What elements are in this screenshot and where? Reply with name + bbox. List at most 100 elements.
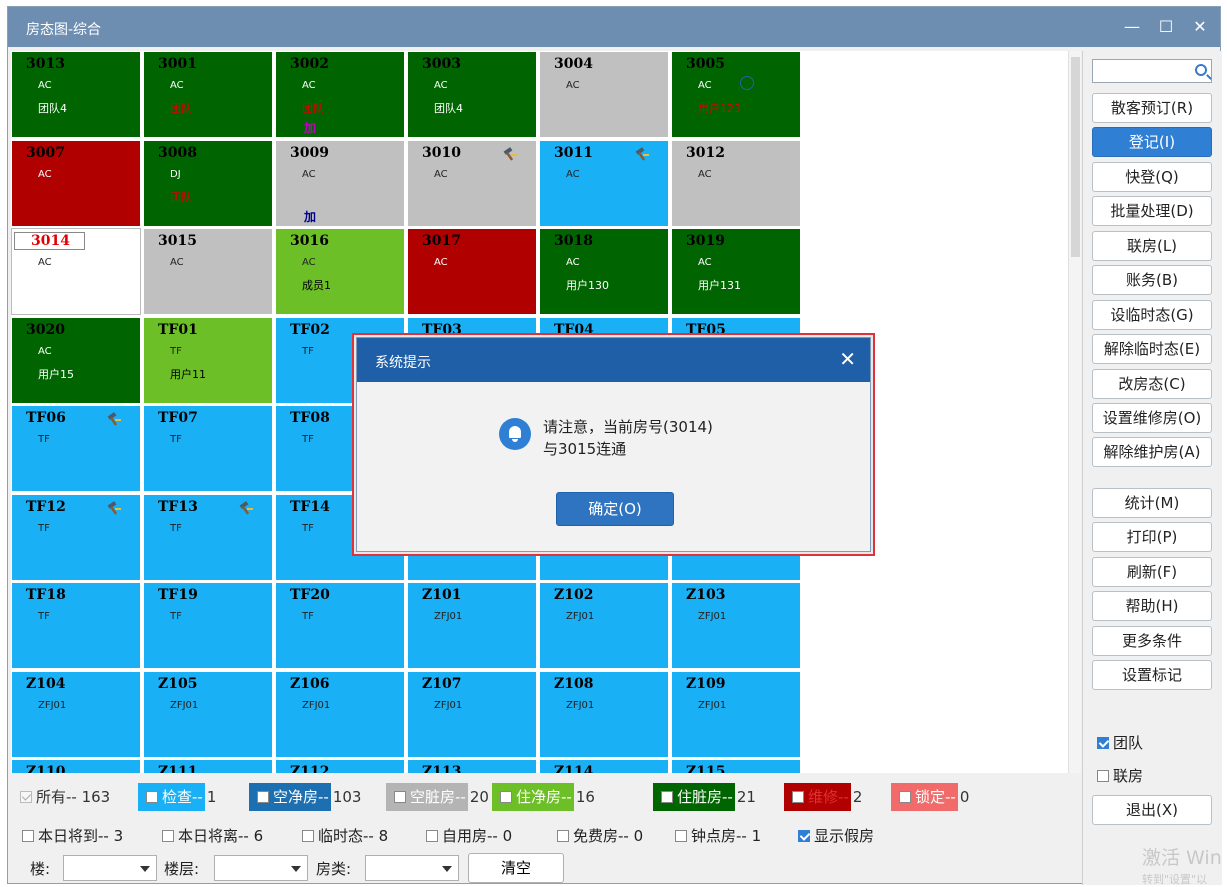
room-cell[interactable]: 3009 AC 加 <box>275 139 405 227</box>
vertical-scrollbar[interactable] <box>1068 51 1081 773</box>
checkbox-box[interactable] <box>557 830 569 842</box>
legend-item[interactable]: 空脏房-- 20 <box>386 783 489 811</box>
sidebar-button[interactable]: 更多条件 <box>1092 626 1212 656</box>
option-checkbox[interactable]: 本日将到-- 3 <box>22 825 123 846</box>
room-cell[interactable]: 3004 AC <box>539 51 669 138</box>
minimize-icon[interactable]: — <box>1120 15 1144 39</box>
floor-select[interactable] <box>214 855 308 881</box>
legend-all[interactable]: 所有-- 163 <box>20 783 110 811</box>
legend-swatch[interactable]: 锁定-- <box>891 783 958 811</box>
team-checkbox[interactable]: 团队 <box>1097 732 1143 753</box>
room-cell[interactable]: 3019 AC 用户131 <box>671 228 801 315</box>
legend-swatch[interactable]: 维修-- <box>784 783 851 811</box>
sidebar-button[interactable]: 统计(M) <box>1092 488 1212 518</box>
room-cell[interactable]: Z101 ZFJ01 <box>407 582 537 669</box>
legend-item[interactable]: 维修-- 2 <box>784 783 862 811</box>
legend-checkbox[interactable] <box>257 791 269 803</box>
sidebar-button[interactable]: 账务(B) <box>1092 265 1212 295</box>
legend-item[interactable]: 住脏房-- 21 <box>653 783 756 811</box>
legend-checkbox[interactable] <box>500 791 512 803</box>
legend-swatch[interactable]: 空净房-- <box>249 783 331 811</box>
sidebar-button[interactable]: 快登(Q) <box>1092 162 1212 192</box>
room-cell[interactable]: 3020 AC 用户15 <box>11 316 141 404</box>
room-cell[interactable]: 3017 AC <box>407 228 537 315</box>
room-cell[interactable]: Z110ZFJ01 <box>11 759 141 773</box>
room-cell[interactable]: Z112ZFJ01 <box>275 759 405 773</box>
clear-button[interactable]: 清空 <box>468 853 564 883</box>
room-cell[interactable]: TF13 TF <box>143 493 273 581</box>
option-checkbox[interactable]: 自用房-- 0 <box>426 825 512 846</box>
sidebar-button[interactable]: 帮助(H) <box>1092 591 1212 621</box>
option-checkbox[interactable]: 免费房-- 0 <box>557 825 643 846</box>
room-cell[interactable]: 3002 AC 团队加 <box>275 51 405 138</box>
sidebar-button[interactable]: 设置维修房(O) <box>1092 403 1212 433</box>
room-cell[interactable]: 3007 AC <box>11 139 141 227</box>
room-cell[interactable]: Z113ZFJ01 <box>407 759 537 773</box>
dialog-close-icon[interactable]: ✕ <box>839 347 856 371</box>
option-checkbox[interactable]: 钟点房-- 1 <box>675 825 761 846</box>
legend-swatch[interactable]: 检查-- <box>138 783 205 811</box>
room-cell[interactable]: TF19 TF <box>143 582 273 669</box>
search-input[interactable] <box>1092 59 1212 83</box>
legend-checkbox[interactable] <box>394 791 406 803</box>
legend-checkbox[interactable] <box>899 791 911 803</box>
room-cell[interactable]: TF18 TF <box>11 582 141 669</box>
link-room-checkbox[interactable]: 联房 <box>1097 765 1143 786</box>
legend-swatch[interactable]: 住脏房-- <box>653 783 735 811</box>
close-icon[interactable]: ✕ <box>1188 15 1212 39</box>
room-cell[interactable]: Z106 ZFJ01 <box>275 670 405 758</box>
search-icon[interactable] <box>1195 64 1207 76</box>
legend-item[interactable]: 住净房-- 16 <box>492 783 595 811</box>
room-cell[interactable]: 3012 AC <box>671 139 801 227</box>
sidebar-button[interactable]: 设置标记 <box>1092 660 1212 690</box>
room-cell[interactable]: Z115ZFJ01 <box>671 759 801 773</box>
exit-button[interactable]: 退出(X) <box>1092 795 1212 825</box>
room-cell[interactable]: Z102 ZFJ01 <box>539 582 669 669</box>
checkbox-box[interactable] <box>162 830 174 842</box>
option-checkbox[interactable]: 本日将离-- 6 <box>162 825 263 846</box>
room-cell[interactable]: TF06 TF <box>11 405 141 492</box>
ok-button[interactable]: 确定(O) <box>556 492 674 526</box>
room-cell[interactable]: TF01 TF 用户11 <box>143 316 273 404</box>
sidebar-button[interactable]: 打印(P) <box>1092 522 1212 552</box>
legend-item[interactable]: 空净房-- 103 <box>249 783 361 811</box>
scroll-thumb[interactable] <box>1071 57 1080 257</box>
building-select[interactable] <box>63 855 157 881</box>
legend-swatch[interactable]: 住净房-- <box>492 783 574 811</box>
room-cell[interactable]: 3005 AC 用户123 <box>671 51 801 138</box>
maximize-icon[interactable]: ☐ <box>1154 15 1178 39</box>
legend-item[interactable]: 锁定-- 0 <box>891 783 969 811</box>
checkbox-box[interactable] <box>675 830 687 842</box>
checkbox-box[interactable] <box>302 830 314 842</box>
option-checkbox[interactable]: 显示假房 <box>798 825 874 846</box>
room-cell[interactable]: Z114ZFJ01 <box>539 759 669 773</box>
sidebar-button[interactable]: 登记(I) <box>1092 127 1212 157</box>
room-cell[interactable]: 3018 AC 用户130 <box>539 228 669 315</box>
legend-checkbox[interactable] <box>146 791 158 803</box>
sidebar-button[interactable]: 联房(L) <box>1092 231 1212 261</box>
room-cell[interactable]: Z111ZFJ01 <box>143 759 273 773</box>
room-cell[interactable]: TF07 TF <box>143 405 273 492</box>
legend-swatch[interactable]: 空脏房-- <box>386 783 468 811</box>
checkbox-box[interactable] <box>798 830 810 842</box>
room-cell[interactable]: 3011 AC <box>539 139 669 227</box>
room-cell[interactable]: Z108 ZFJ01 <box>539 670 669 758</box>
room-cell[interactable]: 3013 AC 团队4 <box>11 51 141 138</box>
sidebar-button[interactable]: 改房态(C) <box>1092 369 1212 399</box>
room-cell[interactable]: Z107 ZFJ01 <box>407 670 537 758</box>
room-cell[interactable]: 3001 AC 团队 <box>143 51 273 138</box>
room-cell[interactable]: 3003 AC 团队4 <box>407 51 537 138</box>
legend-checkbox[interactable] <box>792 791 804 803</box>
room-cell[interactable]: 3010 AC <box>407 139 537 227</box>
roomtype-select[interactable] <box>365 855 459 881</box>
sidebar-button[interactable]: 解除维护房(A) <box>1092 437 1212 467</box>
sidebar-button[interactable]: 散客预订(R) <box>1092 93 1212 123</box>
legend-checkbox[interactable] <box>661 791 673 803</box>
sidebar-button[interactable]: 刷新(F) <box>1092 557 1212 587</box>
sidebar-button[interactable]: 设临时态(G) <box>1092 300 1212 330</box>
checkbox-box[interactable] <box>426 830 438 842</box>
option-checkbox[interactable]: 临时态-- 8 <box>302 825 388 846</box>
room-cell[interactable]: TF20 TF <box>275 582 405 669</box>
room-cell[interactable]: Z105 ZFJ01 <box>143 670 273 758</box>
sidebar-button[interactable]: 解除临时态(E) <box>1092 334 1212 364</box>
